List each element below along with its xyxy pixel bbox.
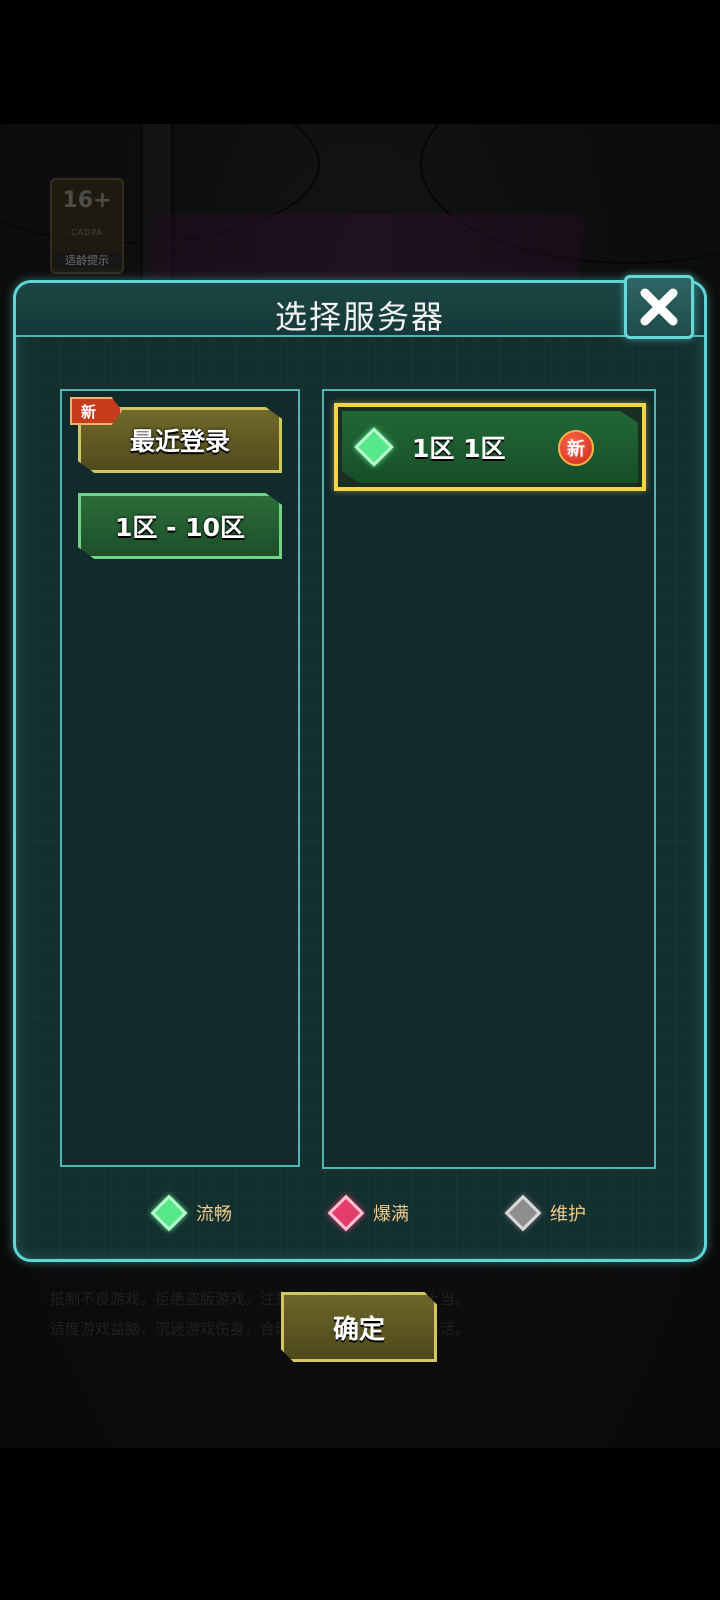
close-button[interactable]: [624, 275, 694, 339]
server-list: 1区 1区 新: [322, 389, 656, 1169]
legend-item-full: 爆满: [327, 1194, 409, 1232]
legend-item-maintenance: 维护: [504, 1194, 586, 1232]
status-legend: 流畅 爆满 维护: [150, 1193, 586, 1233]
server-name: 1区 1区: [412, 434, 506, 463]
legend-label: 流畅: [196, 1204, 232, 1225]
status-maintenance-icon: [504, 1194, 542, 1232]
category-zone-1-10[interactable]: 1区 - 10区: [78, 493, 282, 559]
confirm-button[interactable]: 确定: [281, 1292, 437, 1362]
server-select-dialog: 选择服务器 新 最近登录 1区 - 10区 1区 1区 新 流畅 爆满 维护: [13, 275, 707, 1262]
legend-label: 维护: [550, 1204, 586, 1225]
dialog-title: 选择服务器: [274, 298, 445, 336]
close-x-icon: [640, 288, 678, 326]
server-item-selected[interactable]: 1区 1区 新: [334, 403, 646, 491]
category-label: 1区 - 10区: [115, 513, 245, 542]
legend-label: 爆满: [373, 1204, 409, 1225]
server-category-list: 新 最近登录 1区 - 10区: [60, 389, 300, 1167]
status-full-icon: [327, 1194, 365, 1232]
category-label: 最近登录: [129, 427, 230, 456]
status-smooth-icon: [354, 427, 394, 467]
confirm-button-label: 确定: [332, 1314, 385, 1345]
legend-item-smooth: 流畅: [150, 1194, 232, 1232]
new-server-badge: 新: [558, 430, 594, 466]
new-flag-badge: 新: [70, 397, 122, 425]
dialog-header: 选择服务器: [16, 283, 704, 337]
status-smooth-icon: [150, 1194, 188, 1232]
